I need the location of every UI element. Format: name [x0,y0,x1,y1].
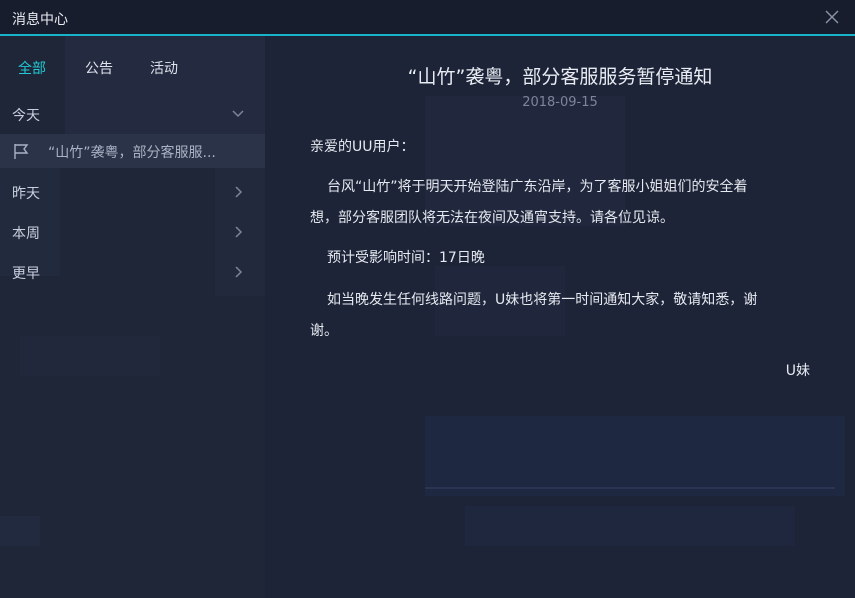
tab-announcements[interactable]: 公告 [85,58,113,78]
notice-paragraph-line: 如当晚发生任何线路问题，U妹也将第一时间通知大家，敬请知悉，谢 [327,292,758,308]
message-list-item[interactable]: “山竹”袭粤，部分客服服... [0,134,265,168]
chevron-right-icon [235,266,243,278]
message-title: “山竹”袭粤，部分客服服... [48,145,216,161]
group-yesterday-label: 昨天 [12,186,40,202]
group-yesterday[interactable]: 昨天 [0,174,265,210]
group-earlier[interactable]: 更早 [0,254,265,290]
notice-greeting: 亲爱的UU用户： [310,139,415,155]
notice-paragraph-line: 想，部分客服团队将无法在夜间及通宵支持。请各位见谅。 [310,210,674,226]
title-bar: 消息中心 [0,0,855,36]
message-detail-panel: “山竹”袭粤，部分客服服务暂停通知 2018-09-15 亲爱的UU用户： 台风… [265,36,855,598]
chevron-right-icon [235,186,243,198]
group-this-week[interactable]: 本周 [0,214,265,250]
chevron-right-icon [235,226,243,238]
group-today-label: 今天 [12,108,40,124]
notice-paragraph-line: 谢。 [310,323,338,339]
window-title: 消息中心 [12,12,68,28]
notice-paragraph: 预计受影响时间：17日晚 [327,250,485,266]
flag-icon [14,144,29,159]
close-icon[interactable] [823,8,841,26]
notice-title: “山竹”袭粤，部分客服服务暂停通知 [407,66,713,88]
notice-date: 2018-09-15 [522,95,598,110]
group-this-week-label: 本周 [12,226,40,242]
notice-paragraph-line: 台风“山竹”将于明天开始登陆广东沿岸，为了客服小姐姐们的安全着 [327,179,748,195]
tab-bar: 全部 公告 活动 [0,58,265,80]
tab-events[interactable]: 活动 [150,58,178,78]
chevron-down-icon [232,110,244,118]
notice-signature: U妹 [785,363,810,379]
group-earlier-label: 更早 [12,266,40,282]
tab-all[interactable]: 全部 [18,58,46,78]
sidebar: 全部 公告 活动 今天 “山竹”袭粤，部分客服服... 昨天 本周 更早 [0,36,265,598]
group-today[interactable]: 今天 [0,96,265,132]
